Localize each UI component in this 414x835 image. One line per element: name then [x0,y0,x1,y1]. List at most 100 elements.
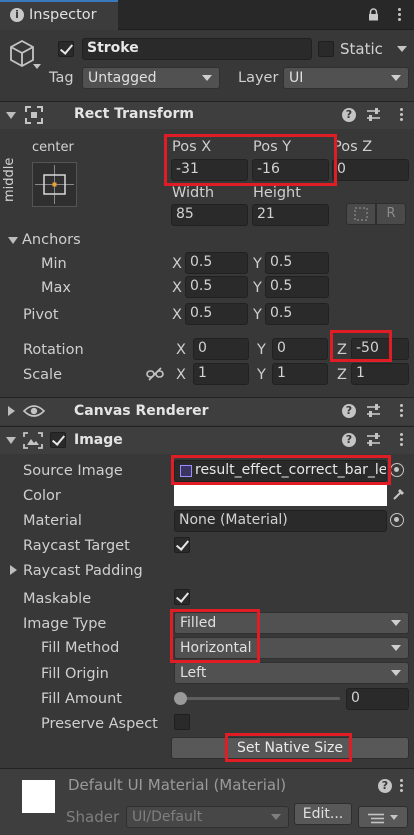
tag-dropdown[interactable]: Untagged [82,67,220,89]
eyedropper-icon[interactable] [392,487,406,505]
component-menu-icon[interactable] [400,433,404,448]
max-x-field[interactable]: 0.5 [185,276,248,298]
pivot-y-field[interactable]: 0.5 [265,303,329,325]
min-y-field[interactable]: 0.5 [265,252,329,274]
rot-z-field[interactable]: -50 [351,338,409,360]
foldout-arrow-icon[interactable] [6,437,16,444]
static-dropdown-arrow-icon[interactable] [397,46,407,52]
anchor-preset-button[interactable] [32,162,77,207]
gameobject-cube-icon [8,39,36,73]
chevron-down-icon [391,645,401,651]
rotation-label: Rotation [23,342,84,358]
scale-y-field[interactable]: 1 [272,363,328,385]
unlinked-chain-icon[interactable] [146,366,164,386]
help-icon[interactable]: ? [342,108,356,122]
tab-menu-icon[interactable] [398,8,402,23]
min-y-axis-label: Y [253,256,262,272]
raw-edit-button[interactable]: R [376,203,406,225]
material-field[interactable]: None (Material) [174,510,387,532]
blueprint-mode-button[interactable] [346,203,376,225]
scale-x-axis-label: X [176,367,186,383]
preset-sliders-icon[interactable] [366,108,381,126]
icon-dropdown-arrow-icon[interactable] [33,64,41,69]
image-type-label: Image Type [23,616,107,632]
fill-amount-value: 0 [351,690,360,706]
foldout-arrow-icon[interactable] [8,406,15,416]
height-field[interactable]: 21 [252,204,329,226]
raycast-target-checkbox[interactable] [174,537,190,553]
min-x-axis-label: X [172,256,182,272]
object-picker-icon[interactable] [390,463,404,477]
static-checkbox[interactable] [318,41,334,57]
width-field[interactable]: 85 [171,204,248,226]
scale-x-field[interactable]: 1 [193,363,249,385]
image-enabled-checkbox[interactable] [50,432,66,448]
rot-y-field[interactable]: 0 [272,338,328,360]
max-y-field[interactable]: 0.5 [265,276,329,298]
object-picker-icon[interactable] [390,513,404,527]
rect-transform-title: Rect Transform [74,106,195,122]
name-field[interactable]: Stroke [82,38,312,60]
lock-icon[interactable] [368,8,379,21]
scale-label: Scale [23,367,63,383]
rect-transform-icon [25,106,43,128]
set-native-size-button[interactable]: Set Native Size [171,737,409,759]
min-label: Min [41,256,67,272]
component-menu-icon[interactable] [400,108,404,123]
fill-origin-label: Fill Origin [41,666,109,682]
pos-y-field[interactable]: -16 [252,159,329,181]
max-label: Max [41,280,71,296]
pos-z-field[interactable]: 0 [332,159,409,181]
min-x-field[interactable]: 0.5 [185,252,248,274]
width-value: 85 [176,206,194,222]
shader-options-button[interactable] [358,806,408,828]
help-icon[interactable]: ? [342,404,356,418]
edit-shader-button[interactable]: Edit... [294,803,352,825]
min-x-value: 0.5 [190,254,213,270]
fill-origin-dropdown[interactable]: Left [174,662,409,684]
pivot-x-field[interactable]: 0.5 [185,303,248,325]
rot-x-field[interactable]: 0 [193,338,249,360]
source-image-value: result_effect_correct_bar_le [195,462,387,478]
preset-sliders-icon[interactable] [366,404,381,422]
foldout-arrow-icon[interactable] [6,112,16,119]
fill-amount-field[interactable]: 0 [346,688,409,710]
static-label: Static [340,40,383,58]
preserve-aspect-checkbox[interactable] [174,714,190,730]
layer-dropdown[interactable]: UI [283,67,409,89]
pos-x-value: -31 [176,161,199,177]
width-label: Width [172,185,215,201]
image-component-icon [23,432,43,453]
material-menu-icon[interactable] [400,779,404,794]
image-type-value: Filled [180,615,217,631]
name-value: Stroke [87,40,139,56]
fill-method-value: Horizontal [180,640,252,656]
scale-y-axis-label: Y [257,367,266,383]
color-label: Color [23,488,61,504]
color-swatch[interactable] [174,485,387,506]
inspector-tab-title: Inspector [29,7,97,23]
anchor-h-label: center [32,140,74,155]
pos-x-field[interactable]: -31 [171,159,248,181]
anchor-v-label: middle [2,157,17,202]
preset-sliders-icon[interactable] [366,433,381,451]
active-checkbox[interactable] [58,41,74,57]
fill-method-dropdown[interactable]: Horizontal [174,637,409,659]
source-image-field[interactable]: result_effect_correct_bar_le [174,460,387,482]
fill-amount-slider-thumb[interactable] [174,692,187,705]
help-icon[interactable]: ? [342,433,356,447]
tag-label: Tag [49,70,74,86]
help-icon[interactable]: ? [378,779,392,793]
shader-dropdown[interactable]: UI/Default [126,806,289,828]
raycast-padding-foldout-icon[interactable] [10,565,17,575]
fill-amount-slider-track[interactable] [180,697,340,700]
maskable-checkbox[interactable] [174,589,190,605]
image-type-dropdown[interactable]: Filled [174,612,409,634]
component-menu-icon[interactable] [400,404,404,419]
scale-z-axis-label: Z [337,367,347,383]
scale-z-field[interactable]: 1 [351,363,409,385]
anchors-foldout-icon[interactable] [8,237,18,244]
scale-x-value: 1 [198,365,207,381]
rot-z-value: -50 [356,340,379,356]
material-preview-swatch [22,780,55,813]
